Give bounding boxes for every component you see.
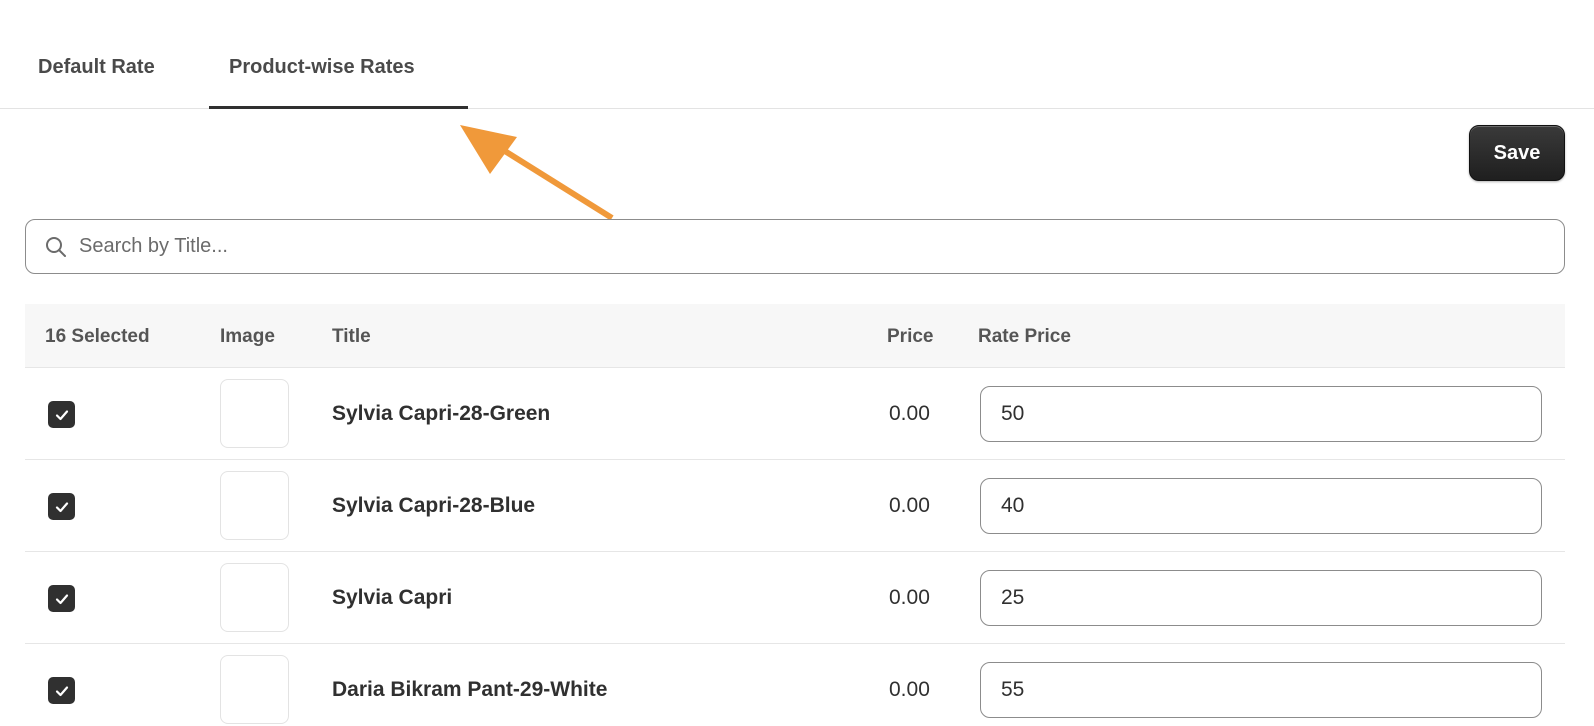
title-column-header: Title xyxy=(332,326,371,347)
product-thumbnail xyxy=(220,379,289,448)
page: Default Rate Product-wise Rates Save 16 … xyxy=(0,0,1594,726)
arrow-annotation xyxy=(460,125,614,221)
table-row: Sylvia Capri-28-Blue 0.00 xyxy=(25,460,1565,552)
row-checkbox[interactable] xyxy=(48,493,75,520)
product-price: 0.00 xyxy=(889,678,930,701)
rate-price-input[interactable] xyxy=(980,478,1542,534)
product-price: 0.00 xyxy=(889,402,930,425)
product-price: 0.00 xyxy=(889,586,930,609)
rate-price-input[interactable] xyxy=(980,662,1542,718)
row-checkbox[interactable] xyxy=(48,677,75,704)
rate-price-column-header: Rate Price xyxy=(978,326,1071,347)
row-checkbox[interactable] xyxy=(48,585,75,612)
search-field[interactable] xyxy=(25,219,1565,274)
table-row: Daria Bikram Pant-29-White 0.00 xyxy=(25,644,1565,726)
image-column-header: Image xyxy=(220,326,275,347)
product-title: Sylvia Capri-28-Green xyxy=(332,402,551,425)
check-icon xyxy=(55,685,68,696)
check-icon xyxy=(55,501,68,512)
price-column-header: Price xyxy=(887,326,934,347)
products-table: 16 Selected Image Title Price Rate Price… xyxy=(25,304,1565,726)
active-tab-indicator xyxy=(209,106,468,109)
row-checkbox[interactable] xyxy=(48,401,75,428)
product-title: Daria Bikram Pant-29-White xyxy=(332,678,608,701)
product-title: Sylvia Capri-28-Blue xyxy=(332,494,536,517)
selected-count-header: 16 Selected xyxy=(45,326,150,347)
check-icon xyxy=(55,409,68,420)
check-icon xyxy=(55,593,68,604)
tab-default-rate[interactable]: Default Rate xyxy=(38,56,155,79)
save-button[interactable]: Save xyxy=(1469,125,1565,181)
table-row: Sylvia Capri 0.00 xyxy=(25,552,1565,644)
product-thumbnail xyxy=(220,655,289,724)
search-input[interactable] xyxy=(79,235,1479,258)
table-row: Sylvia Capri-28-Green 0.00 xyxy=(25,368,1565,460)
product-thumbnail xyxy=(220,471,289,540)
search-icon xyxy=(45,235,69,259)
product-title: Sylvia Capri xyxy=(332,586,453,609)
rate-price-input[interactable] xyxy=(980,570,1542,626)
tab-product-wise-rates[interactable]: Product-wise Rates xyxy=(229,56,415,79)
product-price: 0.00 xyxy=(889,494,930,517)
tab-bar: Default Rate Product-wise Rates xyxy=(0,0,1594,109)
product-thumbnail xyxy=(220,563,289,632)
rate-price-input[interactable] xyxy=(980,386,1542,442)
table-header: 16 Selected Image Title Price Rate Price xyxy=(25,304,1565,368)
